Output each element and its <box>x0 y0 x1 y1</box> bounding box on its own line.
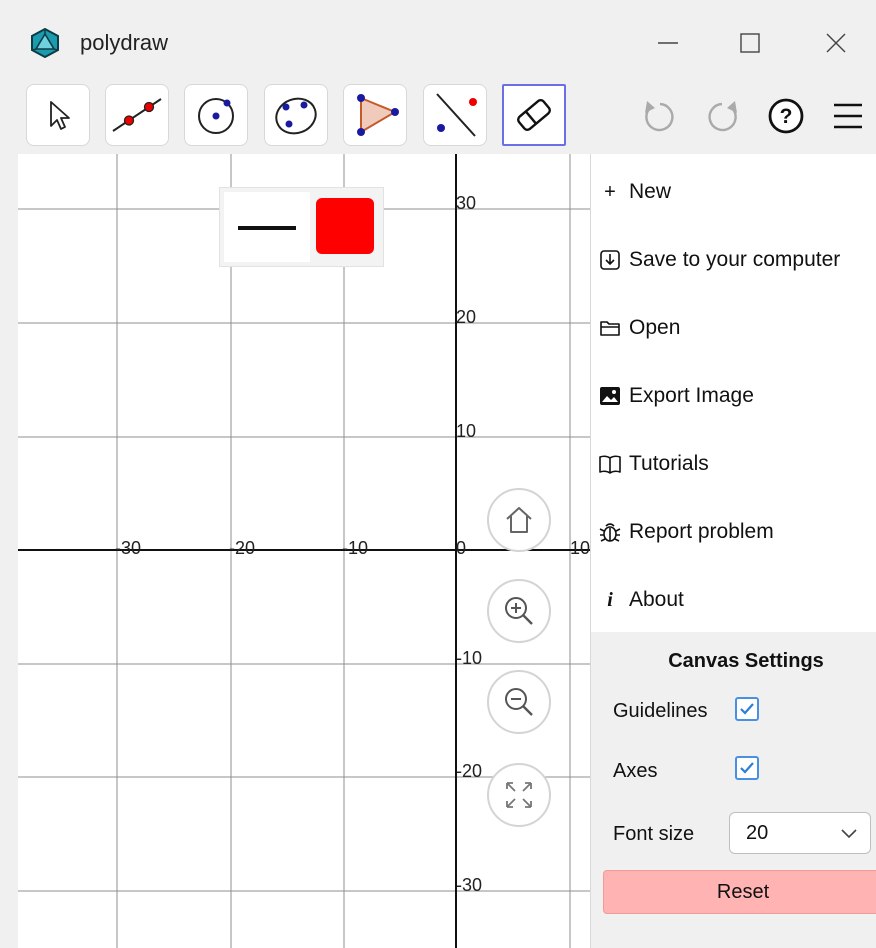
perpendicular-tool-button[interactable] <box>423 84 487 146</box>
download-icon <box>591 249 629 271</box>
y-tick-label: -10 <box>456 648 482 668</box>
zoom-out-button[interactable] <box>487 670 551 734</box>
undo-button[interactable] <box>636 94 680 138</box>
guidelines-label: Guidelines <box>613 700 708 722</box>
home-view-button[interactable] <box>487 488 551 552</box>
menu-item-label: Save to your computer <box>629 248 841 271</box>
zoom-in-button[interactable] <box>487 579 551 643</box>
menu-item-label: Tutorials <box>629 452 709 475</box>
app-title: polydraw <box>80 30 169 55</box>
plus-icon: + <box>604 180 616 203</box>
close-icon <box>826 33 846 53</box>
y-tick-label: -30 <box>456 875 482 895</box>
y-tick-label: 20 <box>456 307 476 327</box>
menu-item-about[interactable]: i About <box>591 570 876 630</box>
menu-item-new[interactable]: + New <box>591 162 876 222</box>
line-and-points-icon <box>436 93 477 137</box>
main-menu-panel: + New Save to your computer Open Export … <box>590 154 876 948</box>
polygon-icon <box>357 94 399 136</box>
select-tool-button[interactable] <box>26 84 90 146</box>
font-size-value: 20 <box>746 821 769 844</box>
circle-with-center-icon <box>198 98 234 134</box>
help-button[interactable]: ? <box>764 94 808 138</box>
polygon-tool-button[interactable] <box>343 84 407 146</box>
bug-icon <box>591 521 629 543</box>
redo-icon <box>708 101 737 132</box>
undo-icon <box>645 101 674 132</box>
app-window: polydraw ? -30 -20 -10 0 10 30 20 10 -10… <box>0 0 876 948</box>
font-size-label: Font size <box>613 823 695 845</box>
help-icon: ? <box>768 98 804 134</box>
chevron-down-icon <box>841 829 857 839</box>
menu-item-open[interactable]: Open <box>591 298 876 358</box>
checkmark-icon <box>740 762 754 774</box>
font-size-select[interactable]: 20 <box>729 812 871 854</box>
menu-item-report-problem[interactable]: Report problem <box>591 502 876 562</box>
style-popup <box>219 187 384 267</box>
menu-item-label: New <box>629 180 672 203</box>
color-swatch-button[interactable] <box>316 198 374 254</box>
x-tick-label: 0 <box>456 538 466 558</box>
drawing-canvas[interactable]: -30 -20 -10 0 10 30 20 10 -10 -20 -30 <box>18 154 590 948</box>
menu-item-label: About <box>629 588 684 611</box>
polyhedron-logo-icon <box>31 28 59 58</box>
x-tick-label: -30 <box>115 538 141 558</box>
menu-item-export-image[interactable]: Export Image <box>591 366 876 426</box>
y-tick-label: 30 <box>456 193 476 213</box>
book-icon <box>591 454 629 474</box>
svg-text:?: ? <box>780 105 793 128</box>
info-icon: i <box>607 588 613 611</box>
menu-item-tutorials[interactable]: Tutorials <box>591 434 876 494</box>
menu-item-label: Open <box>629 316 681 339</box>
zoom-in-icon <box>505 597 533 625</box>
hamburger-menu-button[interactable] <box>826 94 870 138</box>
image-icon <box>591 386 629 406</box>
guidelines-checkbox[interactable] <box>735 697 759 721</box>
menu-item-save[interactable]: Save to your computer <box>591 230 876 290</box>
redo-button[interactable] <box>702 94 746 138</box>
menu-icon <box>834 103 862 129</box>
graph-grid: -30 -20 -10 0 10 30 20 10 -10 -20 -30 <box>18 154 590 948</box>
minimize-icon <box>658 42 678 44</box>
checkmark-icon <box>740 703 754 715</box>
x-tick-label: -20 <box>229 538 255 558</box>
menu-item-label: Report problem <box>629 520 774 543</box>
y-tick-label: 10 <box>456 421 476 441</box>
eraser-tool-button[interactable] <box>502 84 566 146</box>
x-tick-label: -10 <box>342 538 368 558</box>
home-icon <box>506 507 532 533</box>
maximize-button[interactable] <box>720 20 780 66</box>
fullscreen-icon <box>506 782 532 808</box>
line-tool-button[interactable] <box>105 84 169 146</box>
fullscreen-button[interactable] <box>487 763 551 827</box>
circle-points-tool-button[interactable] <box>264 84 328 146</box>
toolbar: ? <box>0 80 876 154</box>
minimize-button[interactable] <box>638 20 698 66</box>
folder-icon <box>591 318 629 338</box>
canvas-settings-panel: Canvas Settings Guidelines Axes Font siz… <box>591 632 876 948</box>
axes-label: Axes <box>613 760 658 782</box>
y-tick-label: -20 <box>456 761 482 781</box>
axes-checkbox[interactable] <box>735 756 759 780</box>
close-button[interactable] <box>806 20 866 66</box>
canvas-settings-title: Canvas Settings <box>668 650 824 672</box>
arrow-cursor-icon <box>50 101 70 130</box>
title-bar: polydraw <box>0 0 876 84</box>
zoom-out-icon <box>505 688 533 716</box>
circle-center-tool-button[interactable] <box>184 84 248 146</box>
line-style-button[interactable] <box>224 192 310 262</box>
x-tick-label: 10 <box>570 538 590 558</box>
eraser-icon <box>517 99 551 131</box>
maximize-icon <box>740 33 760 53</box>
reset-button[interactable]: Reset <box>603 870 876 914</box>
circle-through-points-icon <box>275 97 317 135</box>
line-through-points-icon <box>112 98 162 132</box>
menu-item-label: Export Image <box>629 384 754 407</box>
